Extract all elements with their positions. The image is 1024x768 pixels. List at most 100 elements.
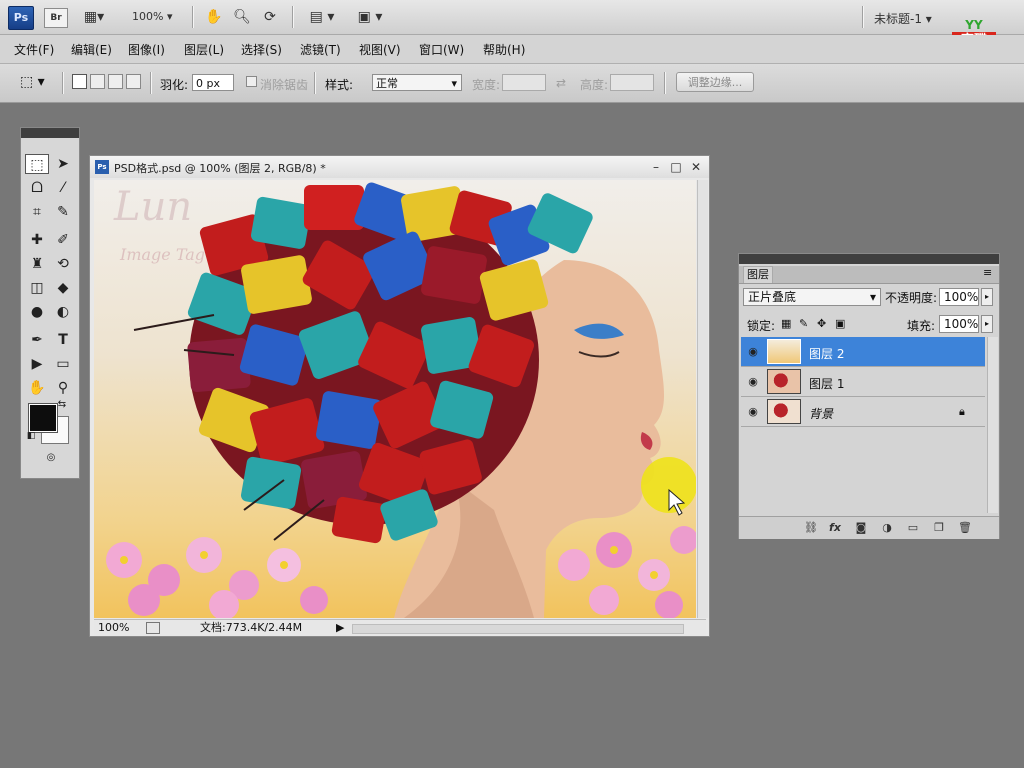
brush-tool-icon[interactable]: ✐: [51, 230, 75, 250]
subtract-from-selection-icon[interactable]: [108, 74, 123, 89]
blur-tool-icon[interactable]: ●: [25, 302, 49, 322]
opacity-slider-arrow-icon[interactable]: ▸: [981, 288, 993, 306]
layer-row[interactable]: ◉ 图层 2: [741, 337, 985, 367]
tools-panel: ⬚ ➤ ᗝ ⁄ ⌗ ✎ ✚ ✐ ♜ ⟲ ◫ ◆ ● ◐ ✒ T ▶ ▭ ✋ ⚲ …: [20, 127, 80, 479]
link-layers-icon[interactable]: ⛓: [803, 521, 819, 535]
blend-mode-select[interactable]: 正片叠底 ▾: [743, 288, 881, 306]
refine-edge-button[interactable]: 调整边缘...: [676, 72, 754, 92]
minimize-icon[interactable]: –: [648, 159, 664, 175]
tab-layers[interactable]: 图层: [743, 266, 773, 283]
feather-input[interactable]: 0 px: [192, 74, 234, 91]
options-bar: ⬚ ▾ 羽化: 0 px 消除锯齿 样式: 正常 ▾ 宽度: ⇄ 高度: 调整边缘…: [0, 64, 1024, 103]
layers-scrollbar[interactable]: [987, 337, 998, 513]
layer-row[interactable]: ◉ 背景 🔒︎: [741, 397, 985, 427]
rotate-view-icon[interactable]: ⟳: [260, 8, 280, 26]
maximize-icon[interactable]: □: [668, 159, 684, 175]
antialias-checkbox[interactable]: [246, 76, 257, 87]
launch-bridge-button[interactable]: Br: [44, 8, 68, 28]
arrange-documents-icon[interactable]: ▤ ▾: [304, 8, 340, 26]
menu-edit[interactable]: 编辑(E): [71, 41, 112, 58]
view-extras-icon[interactable]: ▦▾: [82, 8, 106, 26]
move-tool-icon[interactable]: ➤: [51, 154, 75, 174]
style-select[interactable]: 正常 ▾: [372, 74, 462, 91]
history-brush-tool-icon[interactable]: ⟲: [51, 254, 75, 274]
crop-tool-icon[interactable]: ⌗: [25, 202, 49, 222]
add-to-selection-icon[interactable]: [90, 74, 105, 89]
menu-view[interactable]: 视图(V): [359, 41, 401, 58]
workspace-document-title: 未标题-1: [874, 12, 922, 26]
tools-panel-header[interactable]: [21, 128, 79, 138]
application-bar: Ps Br ▦▾ 100% ▾ ✋ 🔍︎ ⟳ ▤ ▾ ▣ ▾ 未标题-1 ▾: [0, 0, 1024, 35]
watermark-text: Lun: [113, 184, 192, 230]
visibility-eye-icon[interactable]: ◉: [745, 375, 761, 389]
menu-window[interactable]: 窗口(W): [419, 41, 464, 58]
width-input[interactable]: [502, 74, 546, 91]
intersect-selection-icon[interactable]: [126, 74, 141, 89]
lasso-tool-icon[interactable]: ᗝ: [25, 178, 49, 198]
separator: [150, 72, 151, 94]
layer-name: 图层 2: [809, 347, 845, 361]
lock-position-icon[interactable]: ✥: [817, 317, 826, 330]
height-input[interactable]: [610, 74, 654, 91]
delete-layer-icon[interactable]: 🗑︎: [957, 521, 973, 535]
fill-slider-arrow-icon[interactable]: ▸: [981, 315, 993, 333]
dodge-tool-icon[interactable]: ◐: [51, 302, 75, 322]
spot-healing-brush-icon[interactable]: ✚: [25, 230, 49, 250]
screen-mode-icon[interactable]: ▣ ▾: [352, 8, 388, 26]
hand-tool-icon[interactable]: ✋: [25, 378, 49, 398]
eraser-tool-icon[interactable]: ◫: [25, 278, 49, 298]
path-selection-tool-icon[interactable]: ▶: [25, 354, 49, 374]
adjustment-layer-icon[interactable]: ◑: [879, 521, 895, 535]
zoom-level-dropdown[interactable]: 100% ▾: [132, 10, 172, 23]
zoom-tool-icon[interactable]: ⚲: [51, 378, 75, 398]
width-label: 宽度:: [472, 78, 501, 92]
lock-transparency-icon[interactable]: ▦: [781, 317, 791, 330]
visibility-eye-icon[interactable]: ◉: [745, 345, 761, 359]
fill-input[interactable]: 100%: [939, 315, 979, 333]
magic-wand-tool-icon[interactable]: ⁄: [51, 178, 75, 198]
clone-stamp-tool-icon[interactable]: ♜: [25, 254, 49, 274]
workspace-document-dropdown[interactable]: 未标题-1 ▾: [874, 10, 932, 27]
menu-filter[interactable]: 滤镜(T): [300, 41, 341, 58]
foreground-color-swatch[interactable]: [29, 404, 57, 432]
menu-layer[interactable]: 图层(L): [184, 41, 224, 58]
lock-image-icon[interactable]: ✎: [799, 317, 808, 330]
hand-tool-icon[interactable]: ✋: [204, 8, 224, 26]
close-icon[interactable]: ✕: [688, 159, 704, 175]
type-tool-icon[interactable]: T: [51, 330, 75, 350]
pen-tool-icon[interactable]: ✒: [25, 330, 49, 350]
shape-tool-icon[interactable]: ▭: [51, 354, 75, 374]
new-selection-icon[interactable]: [72, 74, 87, 89]
separator: [862, 6, 863, 28]
document-titlebar[interactable]: Ps PSD格式.psd @ 100% (图层 2, RGB/8) * – □ …: [90, 156, 709, 178]
quick-mask-icon[interactable]: ◎: [37, 450, 65, 466]
rectangular-marquee-tool-icon[interactable]: ⬚: [25, 154, 49, 174]
zoom-tool-icon[interactable]: 🔍︎: [232, 8, 252, 26]
layers-panel-header[interactable]: [739, 254, 999, 264]
menu-image[interactable]: 图像(I): [128, 41, 165, 58]
layer-row[interactable]: ◉ 图层 1: [741, 367, 985, 397]
add-mask-icon[interactable]: ◙: [853, 521, 869, 535]
status-menu-arrow-icon[interactable]: ▶: [336, 620, 344, 636]
layer-style-fx-icon[interactable]: fx: [827, 521, 843, 535]
image-canvas[interactable]: Lun Image Tag: [94, 180, 696, 618]
menu-help[interactable]: 帮助(H): [483, 41, 525, 58]
swap-colors-icon[interactable]: ⇆: [55, 398, 69, 412]
new-group-icon[interactable]: ▭: [905, 521, 921, 535]
status-info-icon[interactable]: [146, 622, 160, 634]
opacity-input[interactable]: 100%: [939, 288, 979, 306]
lock-all-icon[interactable]: ▣: [835, 317, 845, 330]
default-colors-icon[interactable]: ◧: [25, 430, 37, 442]
paint-bucket-tool-icon[interactable]: ◆: [51, 278, 75, 298]
swap-dimensions-icon[interactable]: ⇄: [556, 76, 566, 90]
zoom-level-field[interactable]: 100%: [98, 620, 129, 636]
menu-select[interactable]: 选择(S): [241, 41, 282, 58]
new-layer-icon[interactable]: ❐: [931, 521, 947, 535]
tool-preset-picker[interactable]: ⬚ ▾: [20, 74, 45, 90]
menu-file[interactable]: 文件(F): [14, 41, 54, 58]
eyedropper-tool-icon[interactable]: ✎: [51, 202, 75, 222]
horizontal-scrollbar[interactable]: [352, 624, 684, 634]
panel-menu-icon[interactable]: ≡: [983, 266, 992, 279]
vertical-scrollbar[interactable]: [697, 180, 708, 618]
visibility-eye-icon[interactable]: ◉: [745, 405, 761, 419]
